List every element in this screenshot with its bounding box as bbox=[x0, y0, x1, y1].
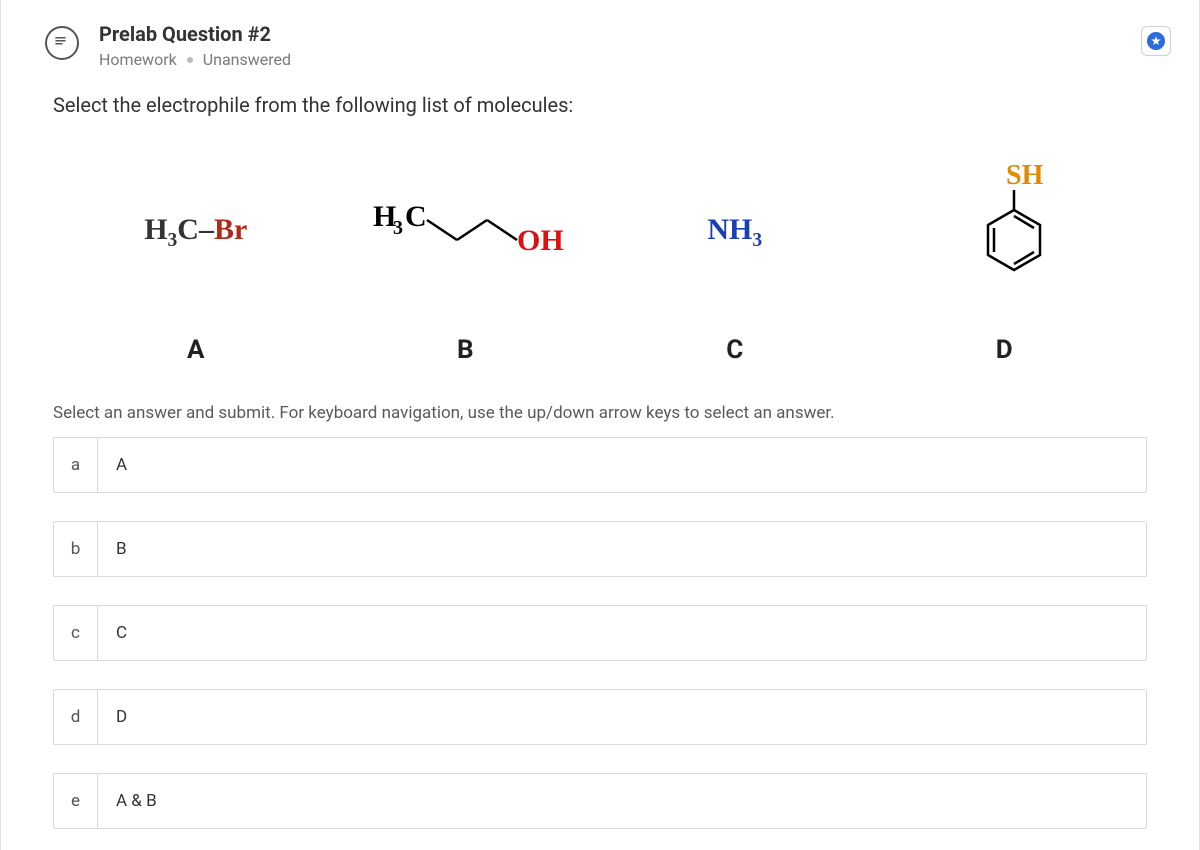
answer-option-b[interactable]: b B bbox=[53, 521, 1147, 577]
star-icon bbox=[1147, 32, 1165, 50]
svg-text:OH: OH bbox=[517, 224, 564, 257]
molecule-a-structure: H3C–Br bbox=[144, 167, 247, 297]
question-status: Unanswered bbox=[203, 50, 291, 69]
option-text: C bbox=[98, 606, 1146, 660]
header-text-block: Prelab Question #2 Homework Unanswered bbox=[99, 22, 1141, 69]
question-header: Prelab Question #2 Homework Unanswered bbox=[1, 0, 1199, 79]
option-text: A bbox=[98, 438, 1146, 492]
answer-option-d[interactable]: d D bbox=[53, 689, 1147, 745]
question-title: Prelab Question #2 bbox=[99, 22, 1141, 46]
option-text: D bbox=[98, 690, 1146, 744]
meta-separator-dot bbox=[187, 57, 193, 63]
svg-text:C: C bbox=[405, 200, 427, 233]
molecule-c-label: C bbox=[726, 335, 743, 365]
question-prompt: Select the electrophile from the followi… bbox=[1, 79, 1199, 127]
chat-question-icon bbox=[45, 26, 79, 60]
option-key: e bbox=[54, 774, 98, 828]
option-text: A & B bbox=[98, 774, 1146, 828]
option-key: a bbox=[54, 438, 98, 492]
answer-option-a[interactable]: a A bbox=[53, 437, 1147, 493]
answer-option-c[interactable]: c C bbox=[53, 605, 1147, 661]
svg-text:3: 3 bbox=[393, 217, 403, 239]
question-category: Homework bbox=[99, 50, 177, 69]
molecule-b-column: H 3 C OH B bbox=[331, 167, 601, 365]
option-text: B bbox=[98, 522, 1146, 576]
answer-options-list: a A b B c C d D e A & B bbox=[1, 437, 1199, 829]
molecule-a-column: H3C–Br A bbox=[61, 167, 331, 365]
molecule-b-label: B bbox=[457, 335, 474, 365]
bookmark-button[interactable] bbox=[1141, 26, 1171, 56]
molecule-figure-row: H3C–Br A H 3 C OH B NH3 C bbox=[1, 127, 1199, 375]
molecule-c-column: NH3 C bbox=[600, 167, 870, 365]
molecule-d-column: SH D bbox=[870, 167, 1140, 365]
molecule-b-structure: H 3 C OH bbox=[365, 167, 565, 297]
svg-text:SH: SH bbox=[1006, 162, 1044, 191]
option-key: b bbox=[54, 522, 98, 576]
answer-instruction: Select an answer and submit. For keyboar… bbox=[1, 375, 1199, 437]
molecule-d-structure: SH bbox=[944, 167, 1064, 297]
question-card: Prelab Question #2 Homework Unanswered S… bbox=[0, 0, 1200, 850]
molecule-d-label: D bbox=[996, 335, 1013, 365]
answer-option-e[interactable]: e A & B bbox=[53, 773, 1147, 829]
question-meta: Homework Unanswered bbox=[99, 50, 1141, 69]
option-key: d bbox=[54, 690, 98, 744]
molecule-a-label: A bbox=[187, 335, 204, 365]
molecule-c-structure: NH3 bbox=[707, 167, 762, 297]
option-key: c bbox=[54, 606, 98, 660]
